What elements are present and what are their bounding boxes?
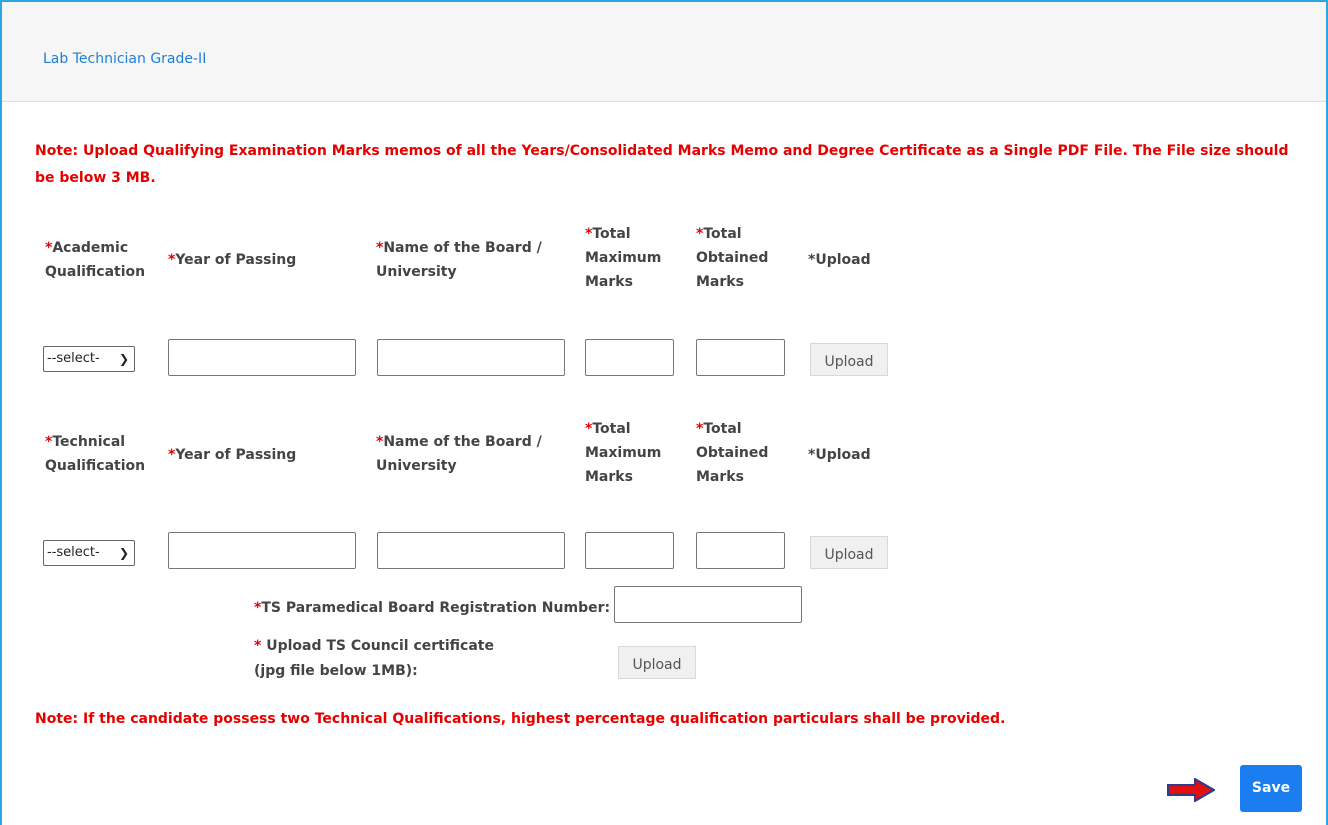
council-certificate-upload-button[interactable]: Upload [618, 646, 696, 679]
technical-year-input[interactable] [168, 532, 356, 569]
academic-upload-header: *Upload [808, 252, 871, 268]
chevron-down-icon: ❯ [118, 546, 129, 560]
council-certificate-label: * Upload TS Council certificate (jpg fil… [254, 638, 494, 679]
right-arrow-icon [1167, 778, 1215, 802]
save-button[interactable]: Save [1240, 765, 1302, 812]
academic-obtained-marks-header: *Total Obtained Marks [696, 226, 769, 290]
technical-qualification-note: Note: If the candidate possess two Techn… [35, 711, 1006, 727]
technical-obtained-marks-header: *Total Obtained Marks [696, 421, 769, 485]
registration-number-label: *TS Paramedical Board Registration Numbe… [254, 600, 611, 616]
technical-board-header: *Name of the Board / University [376, 434, 542, 474]
panel-title: Lab Technician Grade-II [43, 51, 207, 67]
technical-board-input[interactable] [377, 532, 565, 569]
qualification-panel: Lab Technician Grade-II Note: Upload Qua… [0, 0, 1328, 825]
academic-max-marks-input[interactable] [585, 339, 674, 376]
academic-upload-button[interactable]: Upload [810, 343, 888, 376]
upload-note: Note: Upload Qualifying Examination Mark… [35, 143, 1289, 186]
academic-max-marks-header: *Total Maximum Marks [585, 226, 662, 290]
chevron-down-icon: ❯ [118, 352, 129, 366]
registration-number-input[interactable] [614, 586, 802, 623]
academic-board-header: *Name of the Board / University [376, 240, 542, 280]
technical-qualification-header: *Technical Qualification [45, 434, 146, 474]
academic-qualification-header: *Academic Qualification [45, 240, 146, 280]
technical-obtained-marks-input[interactable] [696, 532, 785, 569]
academic-board-input[interactable] [377, 339, 565, 376]
technical-qualification-select[interactable]: --select- ❯ [43, 540, 135, 566]
academic-qualification-select[interactable]: --select- ❯ [43, 346, 135, 372]
academic-obtained-marks-input[interactable] [696, 339, 785, 376]
panel-header: Lab Technician Grade-II [2, 2, 1326, 102]
technical-upload-button[interactable]: Upload [810, 536, 888, 569]
technical-max-marks-input[interactable] [585, 532, 674, 569]
technical-max-marks-header: *Total Maximum Marks [585, 421, 662, 485]
academic-year-input[interactable] [168, 339, 356, 376]
technical-upload-header: *Upload [808, 447, 871, 463]
academic-year-header: *Year of Passing [168, 252, 297, 268]
technical-year-header: *Year of Passing [168, 447, 297, 463]
